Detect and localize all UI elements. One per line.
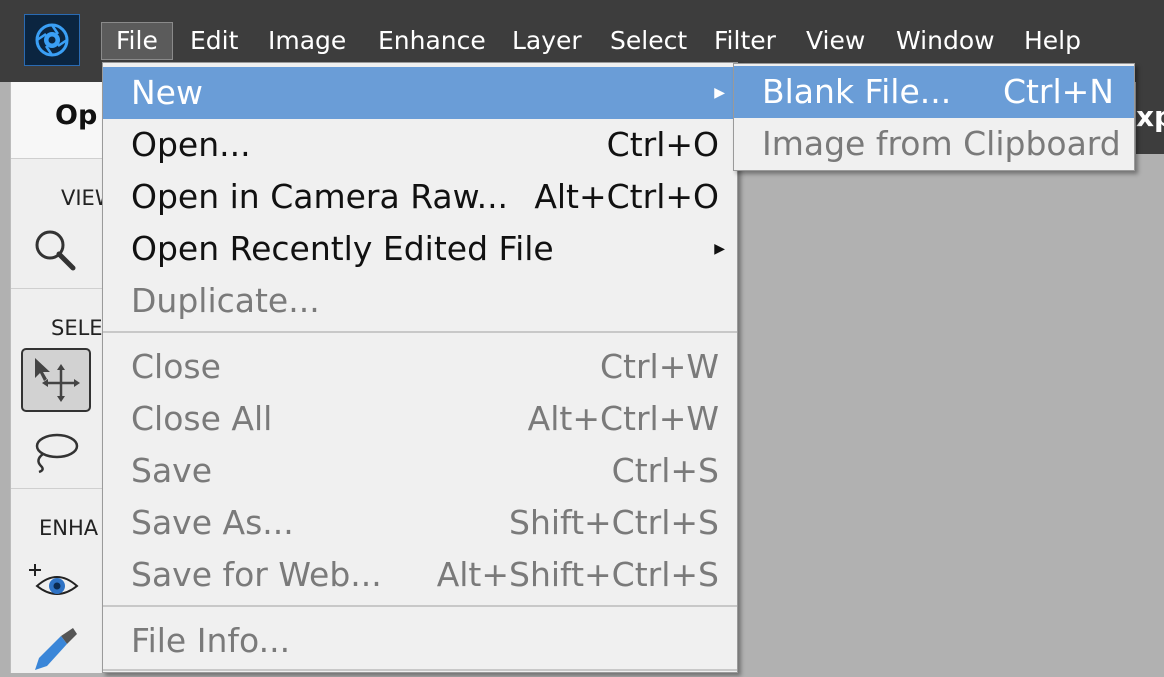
menu-item-close-all[interactable]: Close All Alt+Ctrl+W <box>103 393 737 445</box>
menu-item-shortcut: Shift+Ctrl+S <box>509 503 719 542</box>
menu-item-image-from-clipboard[interactable]: Image from Clipboard <box>734 118 1134 170</box>
divider <box>11 488 106 489</box>
menu-help[interactable]: Help <box>1010 22 1095 60</box>
menu-item-shortcut: Ctrl+O <box>606 125 719 164</box>
menu-item-label: Blank File... <box>762 72 952 111</box>
menu-item-save[interactable]: Save Ctrl+S <box>103 445 737 497</box>
menu-item-label: Save <box>131 451 213 490</box>
brush-icon[interactable] <box>31 626 81 673</box>
menu-item-shortcut: Ctrl+N <box>1002 72 1114 111</box>
menu-item-new[interactable]: New ▶ <box>103 67 737 119</box>
submenu-arrow-icon: ▶ <box>714 85 725 101</box>
tools-panel: Op VIEW SELE ENHA <box>10 82 116 673</box>
menu-item-label: Save for Web... <box>131 555 382 594</box>
menu-item-open-camera-raw[interactable]: Open in Camera Raw... Alt+Ctrl+O <box>103 171 737 223</box>
menu-item-blank-file[interactable]: Blank File... Ctrl+N <box>734 66 1134 118</box>
menu-window[interactable]: Window <box>882 22 1009 60</box>
zoom-icon[interactable] <box>31 226 79 274</box>
menu-item-label: File Info... <box>131 621 291 660</box>
menu-item-label: Open Recently Edited File <box>131 229 554 268</box>
menu-file[interactable]: File <box>101 22 173 60</box>
menu-item-label: Close <box>131 347 221 386</box>
move-tool-icon[interactable] <box>21 348 91 412</box>
menu-item-shortcut: Ctrl+W <box>600 347 719 386</box>
menu-select[interactable]: Select <box>596 22 701 60</box>
mode-tab-label: Op <box>55 100 98 131</box>
menu-layer[interactable]: Layer <box>498 22 596 60</box>
menu-item-label: Close All <box>131 399 273 438</box>
menu-separator <box>103 331 737 333</box>
menu-item-shortcut: Alt+Shift+Ctrl+S <box>436 555 719 594</box>
right-panel-header-label: xp <box>1136 100 1164 133</box>
file-dropdown-menu: New ▶ Open... Ctrl+O Open in Camera Raw.… <box>102 62 738 673</box>
menu-item-label: New <box>131 73 203 112</box>
menu-image[interactable]: Image <box>254 22 360 60</box>
menu-item-duplicate[interactable]: Duplicate... <box>103 275 737 327</box>
right-panel-header[interactable]: xp <box>1136 82 1164 154</box>
menu-item-open[interactable]: Open... Ctrl+O <box>103 119 737 171</box>
menu-separator <box>103 669 737 671</box>
menu-item-label: Open... <box>131 125 251 164</box>
menu-item-close[interactable]: Close Ctrl+W <box>103 341 737 393</box>
menu-item-shortcut: Ctrl+S <box>611 451 719 490</box>
menu-enhance[interactable]: Enhance <box>364 22 500 60</box>
menu-filter[interactable]: Filter <box>700 22 790 60</box>
menu-view[interactable]: View <box>792 22 879 60</box>
photoshop-elements-logo-icon[interactable] <box>24 14 80 66</box>
submenu-arrow-icon: ▶ <box>714 241 725 257</box>
menu-item-save-as[interactable]: Save As... Shift+Ctrl+S <box>103 497 737 549</box>
menu-item-file-info[interactable]: File Info... <box>103 615 737 667</box>
menu-item-shortcut: Alt+Ctrl+W <box>527 399 719 438</box>
divider <box>11 288 106 289</box>
menu-separator <box>103 605 737 607</box>
menu-item-shortcut: Alt+Ctrl+O <box>534 177 719 216</box>
menu-edit[interactable]: Edit <box>176 22 252 60</box>
section-label-enhance: ENHA <box>39 516 99 540</box>
menu-item-label: Duplicate... <box>131 281 320 320</box>
red-eye-icon[interactable] <box>29 560 83 604</box>
menu-item-save-for-web[interactable]: Save for Web... Alt+Shift+Ctrl+S <box>103 549 737 601</box>
mode-tab[interactable]: Op <box>11 82 106 159</box>
menu-item-label: Image from Clipboard <box>762 124 1121 163</box>
menu-item-open-recent[interactable]: Open Recently Edited File ▶ <box>103 223 737 275</box>
lasso-icon[interactable] <box>29 430 81 474</box>
new-submenu: Blank File... Ctrl+N Image from Clipboar… <box>733 63 1135 171</box>
menu-item-label: Save As... <box>131 503 294 542</box>
menu-item-label: Open in Camera Raw... <box>131 177 509 216</box>
section-label-select: SELE <box>51 316 103 340</box>
